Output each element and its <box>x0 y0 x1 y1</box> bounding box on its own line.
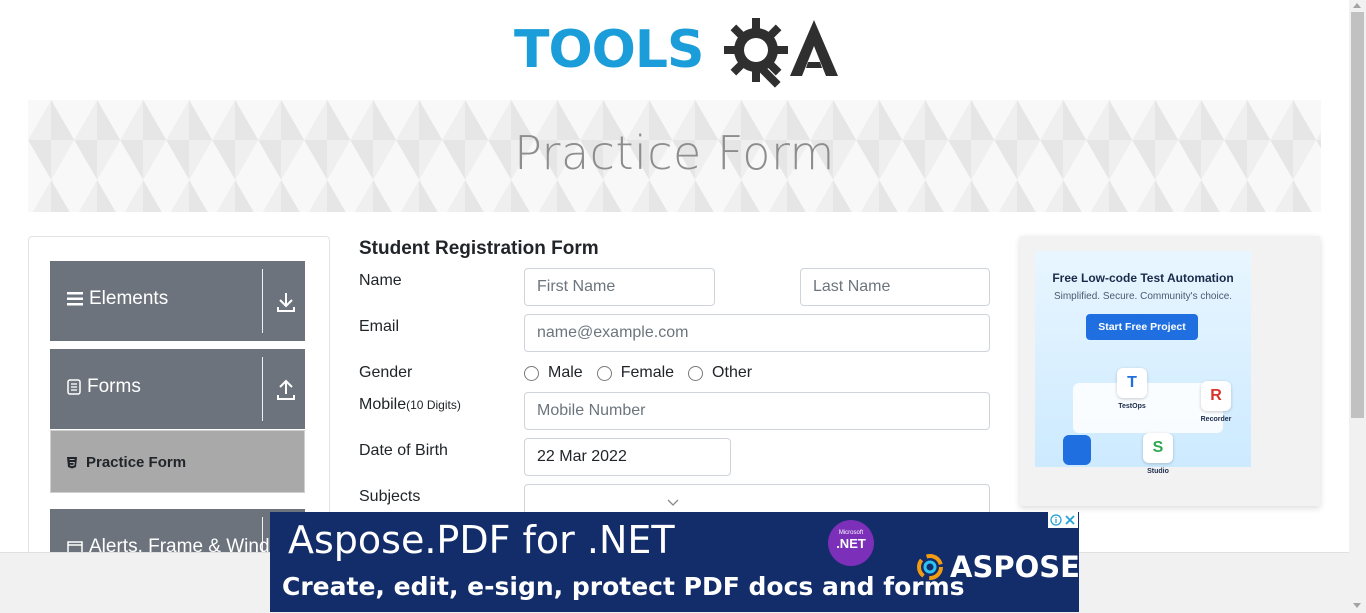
gender-radio-other[interactable]: Other <box>688 364 752 382</box>
gender-radio-female-label[interactable]: Female <box>621 364 674 382</box>
html5-icon <box>67 457 77 469</box>
chevron-down-icon <box>667 499 679 506</box>
upload-arrow-icon[interactable] <box>276 379 296 401</box>
mobile-label-wrap: Mobile(10 Digits) <box>359 396 461 414</box>
bottom-ad-tagline: Create, edit, e-sign, protect PDF docs a… <box>282 572 965 601</box>
hamburger-icon <box>67 292 83 306</box>
robot-icon <box>1063 435 1091 465</box>
radio-circle[interactable] <box>688 365 704 381</box>
dotnet-badge: Microsoft .NET <box>828 520 874 566</box>
toolsqa-logo[interactable]: TOOLS <box>514 14 840 92</box>
sidebar-item-practice-form-label: Practice Form <box>86 454 187 471</box>
email-input[interactable] <box>524 314 990 352</box>
last-name-input[interactable] <box>800 268 990 306</box>
document-icon <box>67 379 81 395</box>
gender-radio-male-label[interactable]: Male <box>548 364 583 382</box>
aspose-swirl-icon <box>917 554 943 580</box>
scrollbar-thumb[interactable] <box>1351 12 1364 418</box>
sidebar-group-elements[interactable]: Elements <box>50 261 305 341</box>
ad-choices[interactable] <box>1048 512 1078 528</box>
gender-radio-male[interactable]: Male <box>524 364 583 382</box>
mobile-input[interactable] <box>524 392 990 430</box>
gender-radio-other-label[interactable]: Other <box>712 364 752 382</box>
logo-letter-a <box>790 20 838 76</box>
scroll-up-arrow-icon[interactable] <box>1353 3 1361 8</box>
bottom-ad-banner[interactable]: Aspose.PDF for .NET Create, edit, e-sign… <box>270 512 1079 612</box>
side-ad-subtitle: Simplified. Secure. Community's choice. <box>1053 291 1233 302</box>
side-ad-content[interactable]: Free Low-code Test Automation Simplified… <box>1035 251 1251 475</box>
email-label: Email <box>359 318 400 335</box>
gender-label: Gender <box>359 364 413 381</box>
recorder-icon: R <box>1201 381 1231 411</box>
first-name-input[interactable] <box>524 268 715 306</box>
name-label: Name <box>359 272 402 289</box>
gender-radio-female[interactable]: Female <box>596 364 674 382</box>
logo-text: TOOLS <box>514 20 704 80</box>
download-arrow-icon[interactable] <box>276 291 296 313</box>
sidebar-group-forms-label: Forms <box>87 376 141 397</box>
dotnet-badge-label: .NET <box>836 536 866 551</box>
side-ad-title: Free Low-code Test Automation <box>1052 271 1234 285</box>
aspose-logo: ASPOSE <box>916 550 1079 584</box>
sidebar-group-label: Elements <box>67 288 168 310</box>
divider <box>262 269 263 333</box>
sidebar-group-forms[interactable]: Forms <box>50 349 305 429</box>
sidebar-group-label: Forms <box>67 376 141 398</box>
form-title: Student Registration Form <box>359 238 599 259</box>
mobile-label: Mobile <box>359 396 407 413</box>
scroll-down-arrow-icon[interactable] <box>1353 603 1361 608</box>
start-free-project-button[interactable]: Start Free Project <box>1086 314 1198 340</box>
side-ad[interactable]: Free Low-code Test Automation Simplified… <box>1020 236 1320 506</box>
testops-label: TestOps <box>1118 403 1146 410</box>
gear-magnifier-icon <box>724 18 788 88</box>
dob-label: Date of Birth <box>359 442 448 459</box>
radio-circle[interactable] <box>524 365 539 381</box>
studio-label: Studio <box>1147 468 1169 475</box>
mobile-hint: (10 Digits) <box>406 398 461 412</box>
page-title: Practice Form <box>514 126 835 180</box>
subjects-label: Subjects <box>359 488 421 505</box>
aspose-brand: ASPOSE <box>950 550 1079 584</box>
radio-circle[interactable] <box>596 365 612 381</box>
gender-radio-group: Male Female Other <box>524 363 766 383</box>
sidebar-item-practice-form[interactable]: Practice Form <box>50 430 305 493</box>
dotnet-badge-top: Microsoft <box>838 530 864 536</box>
divider <box>262 357 263 421</box>
bottom-ad-headline: Aspose.PDF for .NET <box>288 518 675 562</box>
page-banner: Practice Form <box>28 100 1321 212</box>
date-of-birth-input[interactable] <box>524 438 731 476</box>
testops-icon: T <box>1117 368 1147 398</box>
studio-icon: S <box>1143 433 1173 463</box>
sidebar-group-elements-label: Elements <box>89 288 169 309</box>
sidebar-item-label-wrap: Practice Form <box>66 454 186 471</box>
info-icon[interactable] <box>1050 514 1062 526</box>
close-icon[interactable] <box>1064 514 1076 526</box>
recorder-label: Recorder <box>1200 416 1232 423</box>
